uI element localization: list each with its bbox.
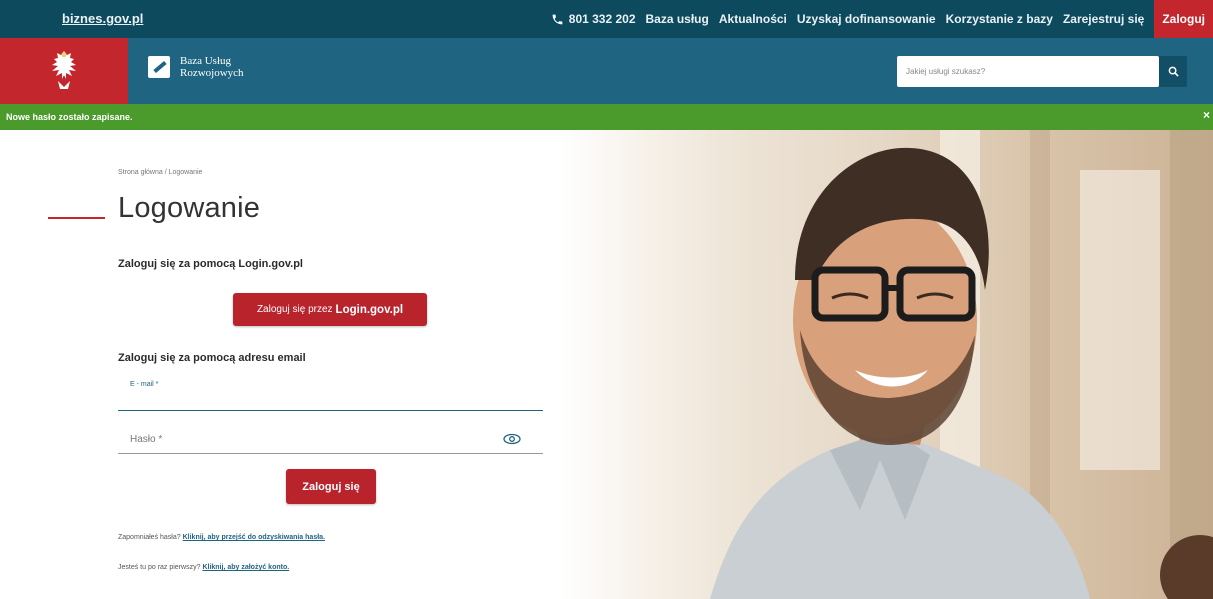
submit-login-button[interactable]: Zaloguj się (286, 469, 376, 504)
title-accent-line (48, 217, 105, 219)
bur-logo-icon (148, 56, 170, 78)
site-header: Baza Usług Rozwojowych (0, 38, 1213, 104)
password-field-label: Hasło * (130, 434, 163, 445)
close-icon[interactable]: × (1203, 108, 1210, 122)
page-title: Logowanie (118, 192, 261, 224)
create-account-link[interactable]: Kliknij, aby założyć konto. (202, 564, 289, 571)
top-nav: 801 332 202 Baza usług Aktualności Uzysk… (551, 0, 1213, 38)
login-gov-button-brand: Login.gov.pl (335, 303, 404, 316)
login-gov-button[interactable]: Zaloguj się przez Login.gov.pl (233, 293, 427, 326)
search-button[interactable] (1159, 56, 1187, 87)
eye-icon[interactable] (503, 433, 521, 445)
phone-icon (552, 14, 563, 24)
banner-message: Nowe hasło zostało zapisane. (6, 112, 133, 122)
hero-photo (560, 130, 1213, 599)
nav-aktualnosci[interactable]: Aktualności (719, 12, 787, 26)
bur-logo[interactable]: Baza Usług Rozwojowych (148, 55, 244, 79)
biznes-gov-link[interactable]: biznes.gov.pl (62, 11, 143, 26)
logo-text: Baza Usług Rozwojowych (180, 55, 244, 79)
emblem-panel[interactable] (0, 38, 128, 104)
success-banner: Nowe hasło zostało zapisane. × (0, 104, 1213, 130)
phone-link[interactable]: 801 332 202 (551, 12, 636, 26)
nav-zaloguj[interactable]: Zaloguj (1154, 0, 1213, 38)
gov-login-label: Zaloguj się za pomocą Login.gov.pl (118, 258, 303, 270)
forgot-password-text: Zapomniałeś hasła? Kliknij, aby przejść … (118, 534, 325, 541)
phone-number: 801 332 202 (568, 12, 636, 26)
page: biznes.gov.pl 801 332 202 Baza usług Akt… (0, 0, 1213, 599)
forgot-password-link[interactable]: Kliknij, aby przejść do odzyskiwania has… (183, 534, 325, 541)
nav-baza-uslug[interactable]: Baza usług (646, 12, 709, 26)
login-gov-button-prefix: Zaloguj się przez (256, 304, 333, 315)
eagle-emblem-icon (52, 51, 76, 89)
logo-line-2: Rozwojowych (180, 67, 244, 79)
nav-zarejestruj-sie[interactable]: Zarejestruj się (1063, 12, 1144, 26)
nav-korzystanie-z-bazy[interactable]: Korzystanie z bazy (946, 12, 1053, 26)
top-utility-bar: biznes.gov.pl 801 332 202 Baza usług Akt… (0, 0, 1213, 38)
email-field-label: E - mail * (130, 381, 159, 388)
search-box (897, 56, 1159, 87)
nav-uzyskaj-dofinansowanie[interactable]: Uzyskaj dofinansowanie (797, 12, 936, 26)
breadcrumb[interactable]: Strona główna / Logowanie (118, 169, 202, 176)
password-field[interactable] (118, 453, 543, 454)
search-icon (1168, 66, 1179, 77)
first-time-prefix: Jesteś tu po raz pierwszy? (118, 564, 201, 571)
forgot-password-prefix: Zapomniałeś hasła? (118, 534, 181, 541)
email-field[interactable] (118, 410, 543, 411)
email-login-label: Zaloguj się za pomocą adresu email (118, 352, 306, 364)
first-time-text: Jesteś tu po raz pierwszy? Kliknij, aby … (118, 564, 289, 571)
search-input[interactable] (897, 56, 1159, 87)
logo-line-1: Baza Usług (180, 55, 232, 67)
hero-illustration (710, 130, 1213, 599)
